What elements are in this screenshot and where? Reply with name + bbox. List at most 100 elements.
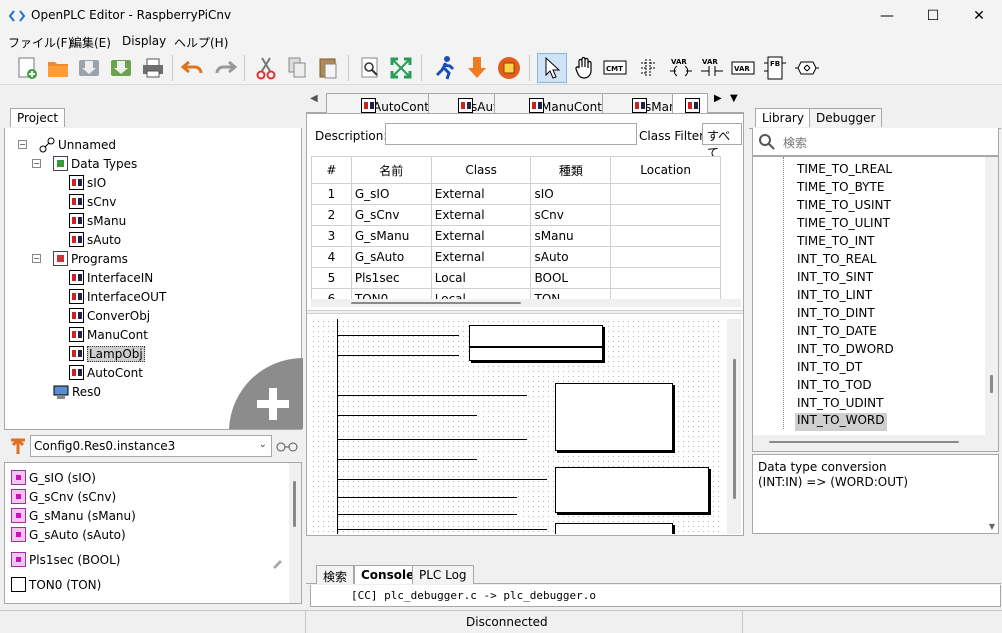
list-item[interactable]: G_sCnv (sCnv) [11, 487, 116, 506]
tree-item-program-selected[interactable]: LampObj [69, 344, 145, 363]
tab-scroll-right-icon[interactable]: ▶ [714, 93, 722, 104]
library-item[interactable]: TIME_TO_INT [797, 234, 874, 252]
table-row[interactable]: 1 G_sIO External sIO [311, 183, 721, 205]
cell[interactable]: BOOL [530, 267, 612, 289]
collapse-icon[interactable]: − [18, 140, 27, 149]
collapse-icon[interactable]: − [32, 159, 41, 168]
undo-button[interactable] [178, 53, 208, 83]
build-button[interactable] [494, 53, 524, 83]
tab-project[interactable]: Project [10, 108, 66, 127]
run-button[interactable] [430, 53, 460, 83]
list-item[interactable]: G_sManu (sManu) [11, 506, 136, 525]
comment-block[interactable] [469, 347, 603, 361]
list-item[interactable]: Pls1sec (BOOL) [11, 550, 120, 569]
cell[interactable]: TON0 [350, 288, 432, 299]
tab-scroll-left-icon[interactable]: ◀ [310, 93, 318, 104]
col-header-class[interactable]: Class [430, 156, 532, 184]
cell[interactable]: External [430, 225, 532, 247]
redo-button[interactable] [210, 53, 240, 83]
save-button[interactable] [74, 53, 104, 83]
scrollbar[interactable] [289, 463, 301, 603]
table-row[interactable]: 3 G_sManu External sManu [311, 225, 721, 247]
library-h-scrollbar[interactable] [753, 435, 998, 451]
cell[interactable]: G_sCnv [350, 204, 432, 226]
library-item[interactable]: INT_TO_LINT [797, 288, 872, 306]
tree-item-data-type[interactable]: sIO [69, 173, 106, 192]
menu-edit[interactable]: 編集(E) [70, 34, 111, 51]
library-item-selected[interactable]: INT_TO_WORD [795, 413, 887, 431]
menu-file[interactable]: ファイル(F) [8, 34, 72, 51]
library-search[interactable]: 検索 [752, 128, 999, 156]
tab-library[interactable]: Library [755, 108, 811, 127]
cell[interactable]: sAuto [530, 246, 612, 268]
editor-tab-manucont[interactable]: ManuCont [494, 93, 609, 114]
function-block-button[interactable]: FB [760, 53, 790, 83]
tab-search[interactable]: 検索 [316, 565, 355, 584]
tree-item-data-types[interactable]: Data Types [53, 154, 137, 173]
table-row[interactable]: 2 G_sCnv External sCnv [311, 204, 721, 226]
add-button-icon[interactable] [229, 358, 303, 429]
minimize-button[interactable]: — [864, 0, 910, 31]
cell[interactable]: Local [430, 267, 532, 289]
tree-item-resource[interactable]: Res0 [53, 382, 101, 401]
tree-item-program[interactable]: ManuCont [69, 325, 148, 344]
tab-plc-log[interactable]: PLC Log [412, 565, 474, 584]
cell[interactable]: External [430, 183, 532, 205]
class-filter-select[interactable]: すべて [702, 123, 742, 160]
contact-button[interactable]: VAR [697, 53, 727, 83]
cell[interactable] [610, 225, 721, 247]
open-folder-button[interactable] [43, 53, 73, 83]
table-row[interactable]: 4 G_sAuto External sAuto [311, 246, 721, 268]
library-item[interactable]: INT_TO_DINT [797, 306, 875, 324]
tree-item-program[interactable]: AutoCont [69, 363, 143, 382]
library-item[interactable]: INT_TO_DT [797, 360, 862, 378]
cell[interactable]: External [430, 246, 532, 268]
library-item[interactable]: INT_TO_SINT [797, 270, 873, 288]
library-item[interactable]: TIME_TO_LREAL [797, 162, 892, 180]
editor-tab-autocont[interactable]: AutoCont [326, 93, 436, 114]
comment-block[interactable] [555, 523, 673, 534]
cell[interactable] [610, 267, 721, 289]
list-item[interactable]: G_sIO (sIO) [11, 468, 96, 487]
new-file-button[interactable] [12, 53, 42, 83]
tree-item-program[interactable]: InterfaceOUT [69, 287, 166, 306]
collapse-icon[interactable]: − [32, 254, 41, 263]
splitter[interactable] [307, 310, 743, 314]
list-item[interactable]: TON0 (TON) [11, 575, 101, 594]
col-header-index[interactable]: # [311, 156, 352, 184]
comment-block[interactable] [555, 383, 673, 451]
library-item[interactable]: INT_TO_TOD [797, 378, 872, 396]
table-h-scrollbar[interactable] [311, 299, 741, 307]
paste-button[interactable] [313, 53, 343, 83]
cell[interactable]: Pls1sec [350, 267, 432, 289]
variable-button[interactable]: VAR [666, 53, 696, 83]
cell[interactable]: G_sManu [350, 225, 432, 247]
hand-tool-button[interactable] [569, 53, 599, 83]
cell[interactable]: sManu [530, 225, 612, 247]
cell[interactable]: TON [530, 288, 612, 299]
pencil-icon[interactable] [271, 557, 283, 569]
tree-item-program[interactable]: InterfaceIN [69, 268, 153, 287]
print-button[interactable] [138, 53, 168, 83]
scroll-down-icon[interactable]: ▼ [989, 522, 995, 531]
transition-button[interactable] [792, 53, 822, 83]
transfer-button[interactable] [462, 53, 492, 83]
tree-item-data-type[interactable]: sManu [69, 211, 126, 230]
library-scrollbar[interactable] [985, 157, 998, 435]
col-header-name[interactable]: 名前 [350, 156, 432, 184]
tree-item-program[interactable]: ConverObj [69, 306, 150, 325]
copy-button[interactable] [282, 53, 312, 83]
cut-button[interactable] [251, 53, 281, 83]
select-tool-button[interactable] [537, 53, 567, 83]
menu-display[interactable]: Display [122, 34, 166, 48]
cell[interactable] [610, 204, 721, 226]
glasses-icon[interactable] [276, 441, 298, 453]
col-header-location[interactable]: Location [610, 156, 721, 184]
cell[interactable]: sCnv [530, 204, 612, 226]
preview-button[interactable] [355, 53, 385, 83]
menu-help[interactable]: ヘルプ(H) [174, 34, 228, 51]
library-item[interactable]: INT_TO_UDINT [797, 396, 884, 414]
library-item[interactable]: TIME_TO_ULINT [797, 216, 890, 234]
var-block-button[interactable]: VAR [728, 53, 758, 83]
fullscreen-button[interactable] [386, 53, 416, 83]
